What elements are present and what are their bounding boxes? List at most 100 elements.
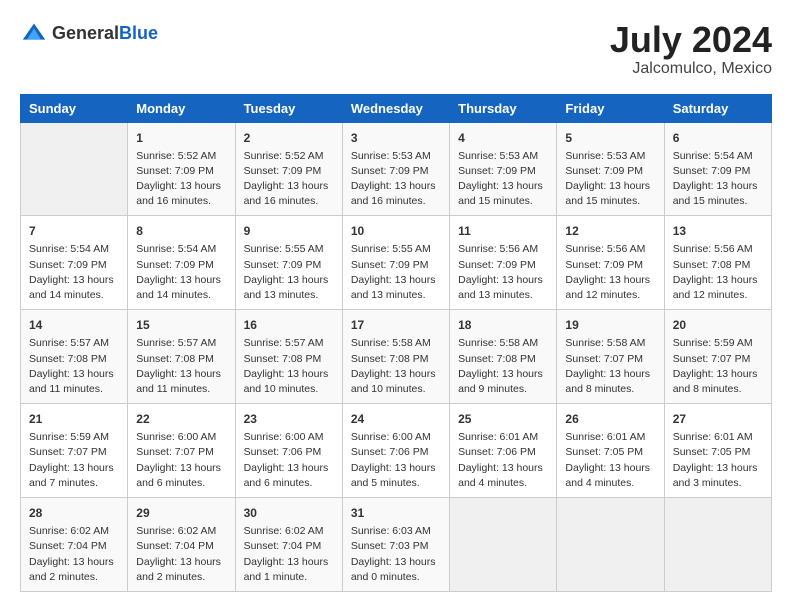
cell-content: Sunrise: 5:53 AMSunset: 7:09 PMDaylight:… bbox=[351, 149, 441, 210]
calendar-cell: 29Sunrise: 6:02 AMSunset: 7:04 PMDayligh… bbox=[128, 498, 235, 592]
calendar-cell: 24Sunrise: 6:00 AMSunset: 7:06 PMDayligh… bbox=[342, 404, 449, 498]
calendar-cell: 9 Sunrise: 5:55 AMSunset: 7:09 PMDaylight… bbox=[235, 216, 342, 310]
calendar-cell: 25 Sunrise: 6:01 AMSunset: 7:06 PMDayligh… bbox=[450, 404, 557, 498]
calendar-cell: 10Sunrise: 5:55 AMSunset: 7:09 PMDayligh… bbox=[342, 216, 449, 310]
day-number: 28 bbox=[29, 504, 119, 522]
day-of-week-tuesday: Tuesday bbox=[235, 94, 342, 122]
cell-content: Sunrise: 5:55 AMSunset: 7:09 PMDaylight:… bbox=[244, 242, 334, 303]
calendar-cell: 26 Sunrise: 6:01 AMSunset: 7:05 PMDayligh… bbox=[557, 404, 664, 498]
day-number: 19 bbox=[565, 316, 655, 334]
day-number: 27 bbox=[673, 410, 763, 428]
day-number: 21 bbox=[29, 410, 119, 428]
day-number: 14 bbox=[29, 316, 119, 334]
day-number: 20 bbox=[673, 316, 763, 334]
day-number: 5 bbox=[565, 129, 655, 147]
calendar-cell bbox=[450, 498, 557, 592]
cell-content: Sunrise: 6:02 AMSunset: 7:04 PMDaylight:… bbox=[29, 524, 119, 585]
calendar-week-row: 7 Sunrise: 5:54 AMSunset: 7:09 PMDaylight… bbox=[21, 216, 772, 310]
location-subtitle: Jalcomulco, Mexico bbox=[610, 60, 772, 78]
day-number: 7 bbox=[29, 222, 119, 240]
calendar-cell: 1Sunrise: 5:52 AMSunset: 7:09 PMDaylight… bbox=[128, 122, 235, 216]
calendar-cell: 15Sunrise: 5:57 AMSunset: 7:08 PMDayligh… bbox=[128, 310, 235, 404]
month-year-title: July 2024 bbox=[610, 20, 772, 60]
calendar-header-row: SundayMondayTuesdayWednesdayThursdayFrid… bbox=[21, 94, 772, 122]
day-number: 11 bbox=[458, 222, 548, 240]
day-number: 3 bbox=[351, 129, 441, 147]
day-of-week-monday: Monday bbox=[128, 94, 235, 122]
cell-content: Sunrise: 6:01 AMSunset: 7:05 PMDaylight:… bbox=[673, 430, 763, 491]
calendar-cell bbox=[664, 498, 771, 592]
day-number: 23 bbox=[244, 410, 334, 428]
day-number: 18 bbox=[458, 316, 548, 334]
logo-text-general: General bbox=[52, 23, 119, 43]
calendar-cell: 19Sunrise: 5:58 AMSunset: 7:07 PMDayligh… bbox=[557, 310, 664, 404]
calendar-cell bbox=[557, 498, 664, 592]
cell-content: Sunrise: 5:57 AMSunset: 7:08 PMDaylight:… bbox=[29, 336, 119, 397]
cell-content: Sunrise: 5:58 AMSunset: 7:08 PMDaylight:… bbox=[351, 336, 441, 397]
cell-content: Sunrise: 5:54 AMSunset: 7:09 PMDaylight:… bbox=[29, 242, 119, 303]
cell-content: Sunrise: 6:00 AMSunset: 7:07 PMDaylight:… bbox=[136, 430, 226, 491]
cell-content: Sunrise: 5:54 AMSunset: 7:09 PMDaylight:… bbox=[673, 149, 763, 210]
cell-content: Sunrise: 6:01 AMSunset: 7:06 PMDaylight:… bbox=[458, 430, 548, 491]
cell-content: Sunrise: 6:02 AMSunset: 7:04 PMDaylight:… bbox=[244, 524, 334, 585]
day-number: 13 bbox=[673, 222, 763, 240]
calendar-table: SundayMondayTuesdayWednesdayThursdayFrid… bbox=[20, 94, 772, 592]
day-number: 26 bbox=[565, 410, 655, 428]
day-number: 6 bbox=[673, 129, 763, 147]
calendar-cell: 23 Sunrise: 6:00 AMSunset: 7:06 PMDayligh… bbox=[235, 404, 342, 498]
logo: GeneralBlue bbox=[20, 20, 158, 48]
logo-text-blue: Blue bbox=[119, 23, 158, 43]
logo-icon bbox=[20, 20, 48, 48]
calendar-cell: 14 Sunrise: 5:57 AMSunset: 7:08 PMDayligh… bbox=[21, 310, 128, 404]
calendar-cell: 3 Sunrise: 5:53 AMSunset: 7:09 PMDaylight… bbox=[342, 122, 449, 216]
cell-content: Sunrise: 5:59 AMSunset: 7:07 PMDaylight:… bbox=[29, 430, 119, 491]
cell-content: Sunrise: 6:01 AMSunset: 7:05 PMDaylight:… bbox=[565, 430, 655, 491]
calendar-cell: 28 Sunrise: 6:02 AMSunset: 7:04 PMDayligh… bbox=[21, 498, 128, 592]
day-of-week-thursday: Thursday bbox=[450, 94, 557, 122]
calendar-week-row: 28 Sunrise: 6:02 AMSunset: 7:04 PMDayligh… bbox=[21, 498, 772, 592]
cell-content: Sunrise: 5:53 AMSunset: 7:09 PMDaylight:… bbox=[565, 149, 655, 210]
cell-content: Sunrise: 5:53 AMSunset: 7:09 PMDaylight:… bbox=[458, 149, 548, 210]
cell-content: Sunrise: 5:56 AMSunset: 7:09 PMDaylight:… bbox=[565, 242, 655, 303]
cell-content: Sunrise: 5:56 AMSunset: 7:08 PMDaylight:… bbox=[673, 242, 763, 303]
calendar-week-row: 21 Sunrise: 5:59 AMSunset: 7:07 PMDayligh… bbox=[21, 404, 772, 498]
day-number: 31 bbox=[351, 504, 441, 522]
day-number: 2 bbox=[244, 129, 334, 147]
calendar-cell: 7 Sunrise: 5:54 AMSunset: 7:09 PMDaylight… bbox=[21, 216, 128, 310]
calendar-cell: 12Sunrise: 5:56 AMSunset: 7:09 PMDayligh… bbox=[557, 216, 664, 310]
day-number: 25 bbox=[458, 410, 548, 428]
day-of-week-sunday: Sunday bbox=[21, 94, 128, 122]
day-number: 22 bbox=[136, 410, 226, 428]
cell-content: Sunrise: 5:59 AMSunset: 7:07 PMDaylight:… bbox=[673, 336, 763, 397]
day-number: 8 bbox=[136, 222, 226, 240]
cell-content: Sunrise: 5:55 AMSunset: 7:09 PMDaylight:… bbox=[351, 242, 441, 303]
calendar-cell: 31 Sunrise: 6:03 AMSunset: 7:03 PMDayligh… bbox=[342, 498, 449, 592]
calendar-cell: 4Sunrise: 5:53 AMSunset: 7:09 PMDaylight… bbox=[450, 122, 557, 216]
title-block: July 2024 Jalcomulco, Mexico bbox=[610, 20, 772, 78]
calendar-cell: 22 Sunrise: 6:00 AMSunset: 7:07 PMDayligh… bbox=[128, 404, 235, 498]
calendar-cell: 13 Sunrise: 5:56 AMSunset: 7:08 PMDayligh… bbox=[664, 216, 771, 310]
day-number: 30 bbox=[244, 504, 334, 522]
calendar-cell: 20 Sunrise: 5:59 AMSunset: 7:07 PMDayligh… bbox=[664, 310, 771, 404]
day-of-week-friday: Friday bbox=[557, 94, 664, 122]
cell-content: Sunrise: 5:54 AMSunset: 7:09 PMDaylight:… bbox=[136, 242, 226, 303]
cell-content: Sunrise: 5:52 AMSunset: 7:09 PMDaylight:… bbox=[244, 149, 334, 210]
cell-content: Sunrise: 5:58 AMSunset: 7:08 PMDaylight:… bbox=[458, 336, 548, 397]
cell-content: Sunrise: 6:00 AMSunset: 7:06 PMDaylight:… bbox=[244, 430, 334, 491]
day-number: 9 bbox=[244, 222, 334, 240]
calendar-cell: 6 Sunrise: 5:54 AMSunset: 7:09 PMDaylight… bbox=[664, 122, 771, 216]
day-number: 29 bbox=[136, 504, 226, 522]
cell-content: Sunrise: 5:57 AMSunset: 7:08 PMDaylight:… bbox=[244, 336, 334, 397]
calendar-cell: 21 Sunrise: 5:59 AMSunset: 7:07 PMDayligh… bbox=[21, 404, 128, 498]
page-header: GeneralBlue July 2024 Jalcomulco, Mexico bbox=[20, 20, 772, 78]
cell-content: Sunrise: 5:52 AMSunset: 7:09 PMDaylight:… bbox=[136, 149, 226, 210]
cell-content: Sunrise: 6:03 AMSunset: 7:03 PMDaylight:… bbox=[351, 524, 441, 585]
day-of-week-saturday: Saturday bbox=[664, 94, 771, 122]
day-number: 16 bbox=[244, 316, 334, 334]
calendar-cell: 30 Sunrise: 6:02 AMSunset: 7:04 PMDayligh… bbox=[235, 498, 342, 592]
day-of-week-wednesday: Wednesday bbox=[342, 94, 449, 122]
cell-content: Sunrise: 5:56 AMSunset: 7:09 PMDaylight:… bbox=[458, 242, 548, 303]
calendar-cell: 2 Sunrise: 5:52 AMSunset: 7:09 PMDaylight… bbox=[235, 122, 342, 216]
calendar-week-row: 1Sunrise: 5:52 AMSunset: 7:09 PMDaylight… bbox=[21, 122, 772, 216]
cell-content: Sunrise: 5:57 AMSunset: 7:08 PMDaylight:… bbox=[136, 336, 226, 397]
